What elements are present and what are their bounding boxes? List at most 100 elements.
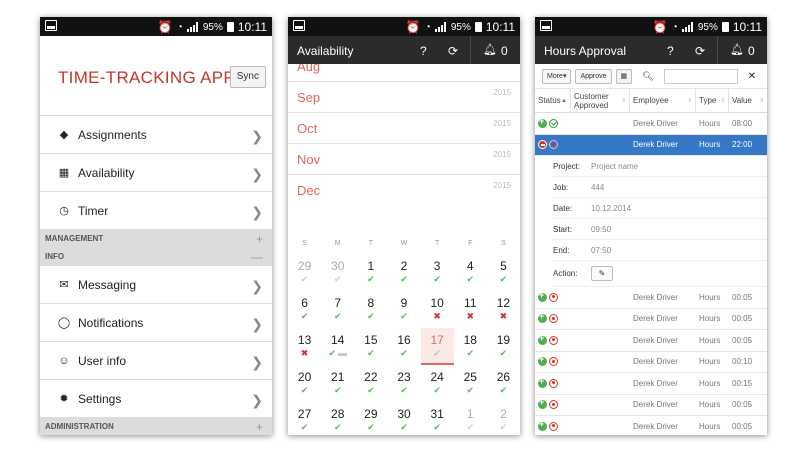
expand-row-icon[interactable] <box>538 116 547 128</box>
column-value[interactable]: Value ⇕ <box>729 89 767 112</box>
employee-cell: Derek Driver <box>633 314 678 324</box>
available-check-icon: ✔ <box>466 274 475 284</box>
calendar-day[interactable]: 11 ✖ <box>454 291 487 328</box>
column-customer-approved[interactable]: Customer Approved ⇕ <box>571 89 630 112</box>
sync-button[interactable]: Sync <box>229 66 266 88</box>
table-row[interactable]: Derek Driver Hours 00:15 <box>535 373 767 395</box>
calendar-day[interactable]: 30 ✔ <box>387 402 420 435</box>
table-row[interactable]: Derek Driver Hours 00:05 <box>535 287 767 309</box>
section-info[interactable]: INFO — <box>40 248 272 266</box>
calendar-day[interactable]: 18 ✔ <box>454 328 487 365</box>
weekday-label: S <box>501 239 506 247</box>
refresh-icon[interactable]: ⟳ <box>695 44 705 58</box>
expand-row-icon[interactable] <box>538 290 547 302</box>
calendar-day[interactable]: 9 ✔ <box>387 291 420 328</box>
table-row[interactable]: Derek Driver Hours 00:10 <box>535 352 767 373</box>
table-row[interactable]: Derek Driver Hours 08:00 <box>535 113 767 135</box>
calendar-day[interactable]: 6 ✔ <box>288 291 321 328</box>
calendar-day[interactable]: 29 ✔ <box>288 254 321 291</box>
calendar-day[interactable]: 26 ✔ <box>487 365 520 402</box>
employee-cell: Derek Driver <box>633 118 678 128</box>
calendar-day[interactable]: 14 ✔ ▬ <box>321 328 354 365</box>
calendar-day[interactable]: 4 ✔ <box>454 254 487 291</box>
expand-row-icon[interactable] <box>538 376 547 388</box>
menu-item-availability[interactable]: ▦ Availability ❯ <box>40 154 272 192</box>
column-type[interactable]: Type ⇕ <box>696 89 729 112</box>
month-row-sep[interactable]: Sep 2015 <box>288 82 520 113</box>
table-row[interactable]: Derek Driver Hours 00:05 <box>535 416 767 435</box>
calendar-week: 27 ✔ 28 ✔ 29 ✔ 30 ✔ 31 ✔ 1 ✔ 2 ✔ <box>288 402 520 435</box>
month-row-oct[interactable]: Oct 2015 <box>288 113 520 144</box>
menu-item-user-info[interactable]: ☺ User info ❯ <box>40 342 272 380</box>
collapse-row-icon[interactable] <box>538 140 547 150</box>
expand-row-icon[interactable] <box>538 354 547 367</box>
calendar-day[interactable]: 30 ✔ <box>321 254 354 291</box>
calendar-day[interactable]: 22 ✔ <box>354 365 387 402</box>
section-administration[interactable]: ADMINISTRATION + <box>40 418 272 435</box>
approve-button[interactable]: Approve <box>575 68 612 84</box>
calendar-day[interactable]: 28 ✔ <box>321 402 354 435</box>
column-status[interactable]: Status ▲ <box>535 89 571 112</box>
calendar-day[interactable]: 10 ✖ <box>421 291 454 328</box>
calendar-day[interactable]: 8 ✔ <box>354 291 387 328</box>
month-list[interactable]: Aug2015 Sep2015 Oct2015 Nov2015 Dec2015 <box>288 64 520 232</box>
calendar-day[interactable]: 2 ✔ <box>387 254 420 291</box>
more-dropdown[interactable]: More▾ <box>542 68 572 84</box>
menu-item-assignments[interactable]: ◆ Assignments ❯ <box>40 116 272 154</box>
calendar-day[interactable]: 29 ✔ <box>354 402 387 435</box>
calendar-day[interactable]: 13 ✖ <box>288 328 321 365</box>
expand-row-icon[interactable] <box>538 311 547 324</box>
day-number: 26 <box>496 370 511 384</box>
day-number: 16 <box>397 333 411 347</box>
calendar-day[interactable]: 31 ✔ <box>421 402 454 435</box>
table-row[interactable]: Derek Driver Hours 00:05 <box>535 330 767 352</box>
calendar-day[interactable]: 23 ✔ <box>387 365 420 402</box>
battery-percent: 95% <box>450 21 471 33</box>
calendar-icon[interactable]: ▦ <box>615 68 633 84</box>
expand-row-icon[interactable] <box>538 397 547 410</box>
calendar-day[interactable]: 2 ✔ <box>487 402 520 435</box>
calendar-day[interactable]: 12 ✖ <box>487 291 520 328</box>
day-number: 31 <box>430 407 444 421</box>
menu-item-notifications[interactable]: ◯ Notifications ❯ <box>40 304 272 342</box>
menu-item-messaging[interactable]: ✉ Messaging ❯ <box>40 266 272 304</box>
column-employee[interactable]: Employee ⇕ <box>630 89 696 112</box>
calendar-day[interactable]: 27 ✔ <box>288 402 321 435</box>
expand-row-icon[interactable] <box>538 333 547 345</box>
clear-icon[interactable]: ✕ <box>748 71 756 82</box>
calendar-day[interactable]: 15 ✔ <box>354 328 387 365</box>
search-icon[interactable]: 🔍︎ <box>636 71 659 82</box>
row-detail: Project: Project name Job: 444 Date: 10.12.… <box>535 156 767 287</box>
month-row-nov[interactable]: Nov 2015 <box>288 144 520 175</box>
calendar-day[interactable]: 3 ✔ <box>421 254 454 291</box>
calendar-day[interactable]: 19 ✔ <box>487 328 520 365</box>
calendar-day[interactable]: 25 ✔ <box>454 365 487 402</box>
menu-item-settings[interactable]: ✹ Settings ❯ <box>40 380 272 418</box>
calendar-day[interactable]: 16 ✔ <box>387 328 420 365</box>
calendar-week: 20 ✔ 21 ✔ 22 ✔ 23 ✔ 24 ✔ 25 ✔ 26 ✔ <box>288 365 520 402</box>
calendar-day[interactable]: 7 ✔ <box>321 291 354 328</box>
help-button[interactable]: ? <box>667 44 674 58</box>
menu-item-timer[interactable]: ◷ Timer ❯ <box>40 192 272 230</box>
edit-icon[interactable]: ✎ <box>591 266 613 281</box>
status-bar: ⏰ ◔ 95% 10:11 <box>288 17 520 36</box>
table-row[interactable]: Derek Driver Hours 00:05 <box>535 309 767 330</box>
calendar-day[interactable]: 20 ✔ <box>288 365 321 402</box>
search-input[interactable] <box>663 68 738 84</box>
table-row[interactable]: Derek Driver Hours 00:05 <box>535 395 767 416</box>
bell-icon[interactable]: 🔔︎ <box>483 43 497 56</box>
section-management[interactable]: MANAGEMENT + <box>40 230 272 248</box>
expand-row-icon[interactable] <box>538 419 547 431</box>
calendar-day[interactable]: 21 ✔ <box>321 365 354 402</box>
calendar-day[interactable]: 1 ✔ <box>354 254 387 291</box>
calendar-day[interactable]: 24 ✔ <box>421 365 454 402</box>
bell-icon[interactable]: 🔔︎ <box>730 43 744 56</box>
table-row-selected[interactable]: Derek Driver Hours 22:00 <box>535 134 767 156</box>
calendar-day[interactable]: 1 ✔ <box>454 402 487 435</box>
help-button[interactable]: ? <box>420 44 427 58</box>
month-row-dec[interactable]: Dec 2015 <box>288 175 520 206</box>
refresh-icon[interactable]: ⟳ <box>448 44 458 58</box>
calendar-day-today[interactable]: 17 ✔ <box>420 328 454 365</box>
month-row-aug[interactable]: Aug2015 <box>288 64 520 82</box>
calendar-day[interactable]: 5 ✔ <box>487 254 520 291</box>
